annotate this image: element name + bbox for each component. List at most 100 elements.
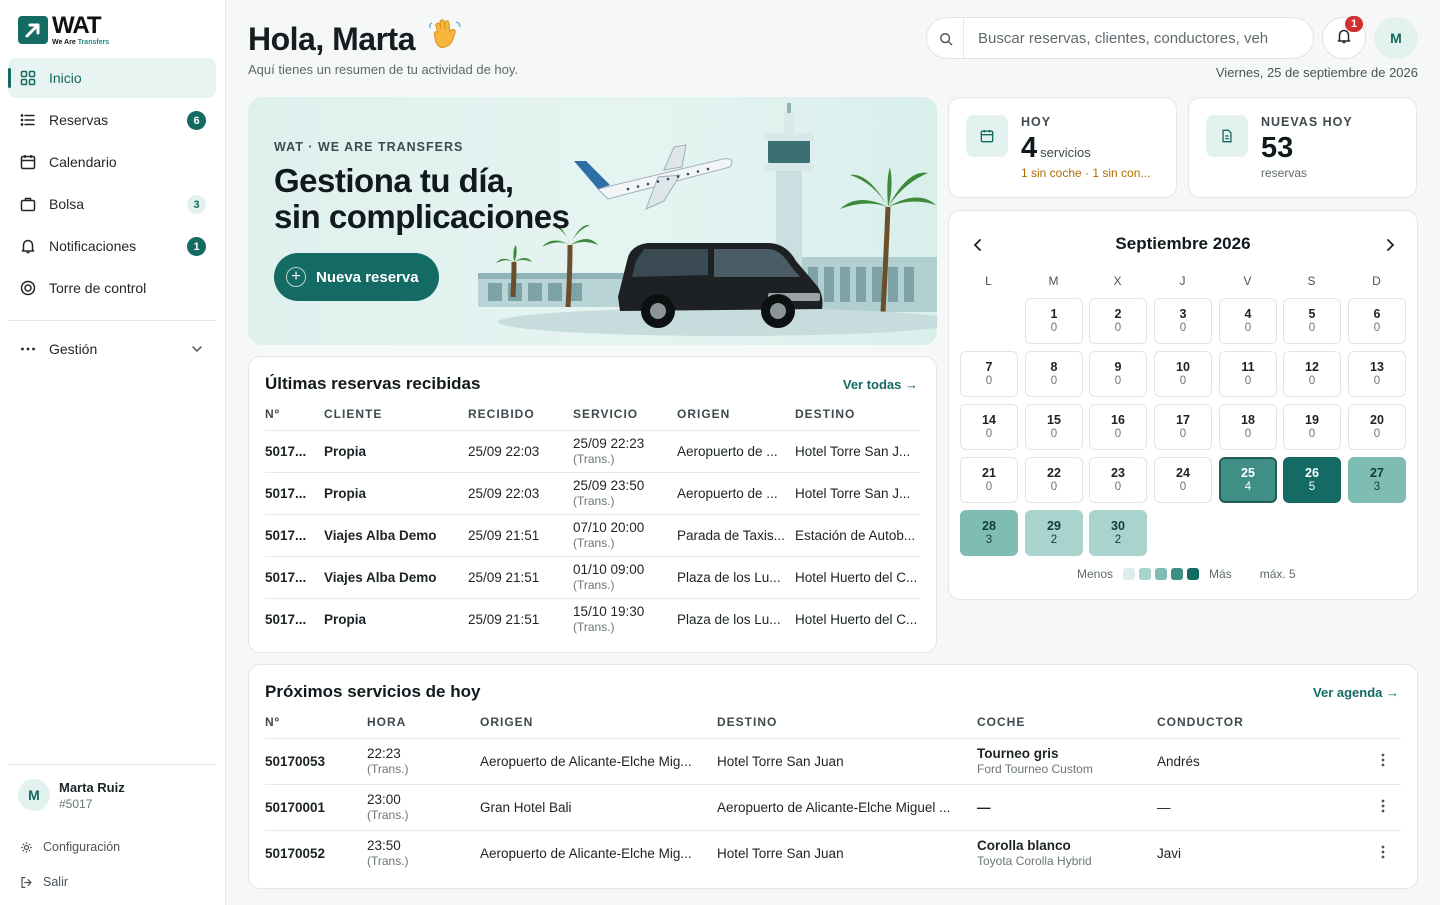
day-count: 0 xyxy=(1373,428,1381,440)
notifications-badge: 1 xyxy=(1345,16,1363,32)
chevron-down-icon xyxy=(190,342,204,359)
calendar-day[interactable]: 22 0 xyxy=(1025,457,1083,503)
calendar-day[interactable]: 19 0 xyxy=(1283,404,1341,450)
row-menu-button[interactable] xyxy=(1375,844,1391,864)
panel-title: Próximos servicios de hoy xyxy=(265,682,481,701)
calendar-day[interactable]: 25 4 xyxy=(1219,457,1277,503)
sidebar-item-torre-de-control[interactable]: Torre de control xyxy=(8,268,216,308)
calendar-day[interactable]: 60 xyxy=(1348,298,1406,344)
client-name: Propia xyxy=(324,486,367,501)
view-all-link[interactable]: Ver todas → xyxy=(843,377,918,392)
sidebar-item-label: Gestión xyxy=(49,341,98,357)
calendar-day[interactable]: 11 0 xyxy=(1219,351,1277,397)
brand-logo[interactable]: WAT We Are Transfers xyxy=(18,14,109,46)
sidebar-item-gestion[interactable]: Gestión xyxy=(8,329,216,369)
calendar-day[interactable]: 26 5 xyxy=(1283,457,1341,503)
document-icon xyxy=(1206,115,1248,157)
calendar-day[interactable]: 12 0 xyxy=(1283,351,1341,397)
search-input[interactable] xyxy=(963,18,1303,58)
table-row[interactable]: 50170052 23:50 (Trans.) Aeropuerto de Alica… xyxy=(265,830,1401,876)
calendar-day[interactable]: 21 0 xyxy=(960,457,1018,503)
calendar-day[interactable]: 27 3 xyxy=(1348,457,1406,503)
day-number: 26 xyxy=(1305,466,1319,480)
sidebar-item-calendario[interactable]: Calendario xyxy=(8,142,216,182)
calendar-day[interactable]: 20 0 xyxy=(1348,404,1406,450)
legend-swatch xyxy=(1139,568,1152,580)
destination: Hotel Huerto del C... xyxy=(795,612,918,627)
calendar-day[interactable]: 30 xyxy=(1154,298,1212,344)
plus-icon: + xyxy=(286,267,306,287)
calendar-day[interactable]: 28 3 xyxy=(960,510,1018,556)
settings-label: Configuración xyxy=(43,840,121,854)
received-time: 25/09 21:51 xyxy=(468,528,540,543)
service-time: 25/09 23:50 (Trans.) xyxy=(573,478,673,509)
sidebar-item-notificaciones[interactable]: Notificaciones 1 xyxy=(8,226,216,266)
logout-link[interactable]: Salir xyxy=(8,872,216,892)
notifications-button[interactable]: 1 xyxy=(1322,16,1366,59)
table-row[interactable]: 5017... Propia 25/09 21:51 15/10 19:30 (Tran… xyxy=(265,598,920,640)
calendar-day[interactable]: 15 0 xyxy=(1025,404,1083,450)
booking-number: 5017... xyxy=(265,528,307,543)
calendar-day[interactable]: 18 0 xyxy=(1219,404,1277,450)
calendar-day[interactable]: 80 xyxy=(1025,351,1083,397)
new-booking-button[interactable]: + Nueva reserva xyxy=(274,253,439,301)
user-profile[interactable]: M Marta Ruiz #5017 xyxy=(8,779,216,811)
table-row[interactable]: 5017... Propia 25/09 22:03 25/09 23:50 (Tran… xyxy=(265,472,920,514)
calendar-day[interactable]: 17 0 xyxy=(1154,404,1212,450)
day-number: 25 xyxy=(1241,466,1255,480)
settings-link[interactable]: Configuración xyxy=(8,837,216,857)
weekday-label: J xyxy=(1179,274,1186,288)
kebab-icon xyxy=(1381,845,1385,864)
calendar-day[interactable]: 30 2 xyxy=(1089,510,1147,556)
origin: Aeropuerto de Alicante-Elche Mig... xyxy=(480,846,692,861)
calendar-day[interactable]: 13 0 xyxy=(1348,351,1406,397)
calendar-day[interactable]: 24 0 xyxy=(1154,457,1212,503)
booking-number: 5017... xyxy=(265,486,307,501)
column-header: HORA xyxy=(367,715,407,729)
day-count: 0 xyxy=(1050,428,1058,440)
calendar-day[interactable]: 70 xyxy=(960,351,1018,397)
user-id: #5017 xyxy=(59,796,93,811)
service-type: (Trans.) xyxy=(573,452,615,466)
service-time-value: 07/10 20:00 xyxy=(573,520,645,535)
sidebar-item-bolsa[interactable]: Bolsa 3 xyxy=(8,184,216,224)
service-time-value: 15/10 19:30 xyxy=(573,604,645,619)
calendar-day[interactable]: 50 xyxy=(1283,298,1341,344)
view-agenda-link[interactable]: Ver agenda → xyxy=(1313,685,1399,700)
table-row[interactable]: 50170053 22:23 (Trans.) Aeropuerto de Alica… xyxy=(265,738,1401,784)
sidebar: WAT We Are Transfers Inicio Reservas 6 C… xyxy=(0,0,226,905)
table-row[interactable]: 5017... Propia 25/09 22:03 25/09 22:23 (Tran… xyxy=(265,430,920,472)
new-booking-label: Nueva reserva xyxy=(316,268,419,286)
row-menu-button[interactable] xyxy=(1375,752,1391,772)
stat-card-today[interactable]: HOY 4 servicios 1 sin coche · 1 sin con..… xyxy=(948,97,1177,198)
weekday-label: V xyxy=(1243,274,1252,288)
table-row[interactable]: 5017... Viajes Alba Demo 25/09 21:51 01/10 … xyxy=(265,556,920,598)
next-month-button[interactable] xyxy=(1381,236,1399,254)
day-count: 0 xyxy=(985,481,993,493)
calendar-day[interactable]: 10 xyxy=(1025,298,1083,344)
calendar-day[interactable]: 40 xyxy=(1219,298,1277,344)
hero-kicker: WAT · WE ARE TRANSFERS xyxy=(274,140,464,154)
column-header: CONDUCTOR xyxy=(1157,715,1244,729)
sidebar-item-label: Inicio xyxy=(49,70,82,86)
calendar-day[interactable]: 14 0 xyxy=(960,404,1018,450)
calendar-day[interactable]: 90 xyxy=(1089,351,1147,397)
row-menu-button[interactable] xyxy=(1375,798,1391,818)
page-subtitle: Aquí tienes un resumen de tu actividad d… xyxy=(248,62,519,77)
day-count: 0 xyxy=(1373,322,1381,334)
calendar-day[interactable]: 23 0 xyxy=(1089,457,1147,503)
sidebar-item-inicio[interactable]: Inicio xyxy=(8,58,216,98)
service-number: 50170052 xyxy=(265,846,326,861)
chevron-right-icon xyxy=(1387,239,1395,251)
table-row[interactable]: 5017... Viajes Alba Demo 25/09 21:51 07/10 … xyxy=(265,514,920,556)
calendar-day[interactable]: 16 0 xyxy=(1089,404,1147,450)
table-row[interactable]: 50170001 23:00 (Trans.) Gran Hotel Bali Aero… xyxy=(265,784,1401,830)
client-name: Viajes Alba Demo xyxy=(324,570,437,585)
user-avatar-button[interactable]: M xyxy=(1374,17,1418,59)
column-header: Nº xyxy=(265,407,281,421)
stat-card-new-today[interactable]: NUEVAS HOY 53 reservas xyxy=(1188,97,1417,198)
calendar-day[interactable]: 10 0 xyxy=(1154,351,1212,397)
calendar-day[interactable]: 20 xyxy=(1089,298,1147,344)
calendar-day[interactable]: 29 2 xyxy=(1025,510,1083,556)
sidebar-item-reservas[interactable]: Reservas 6 xyxy=(8,100,216,140)
